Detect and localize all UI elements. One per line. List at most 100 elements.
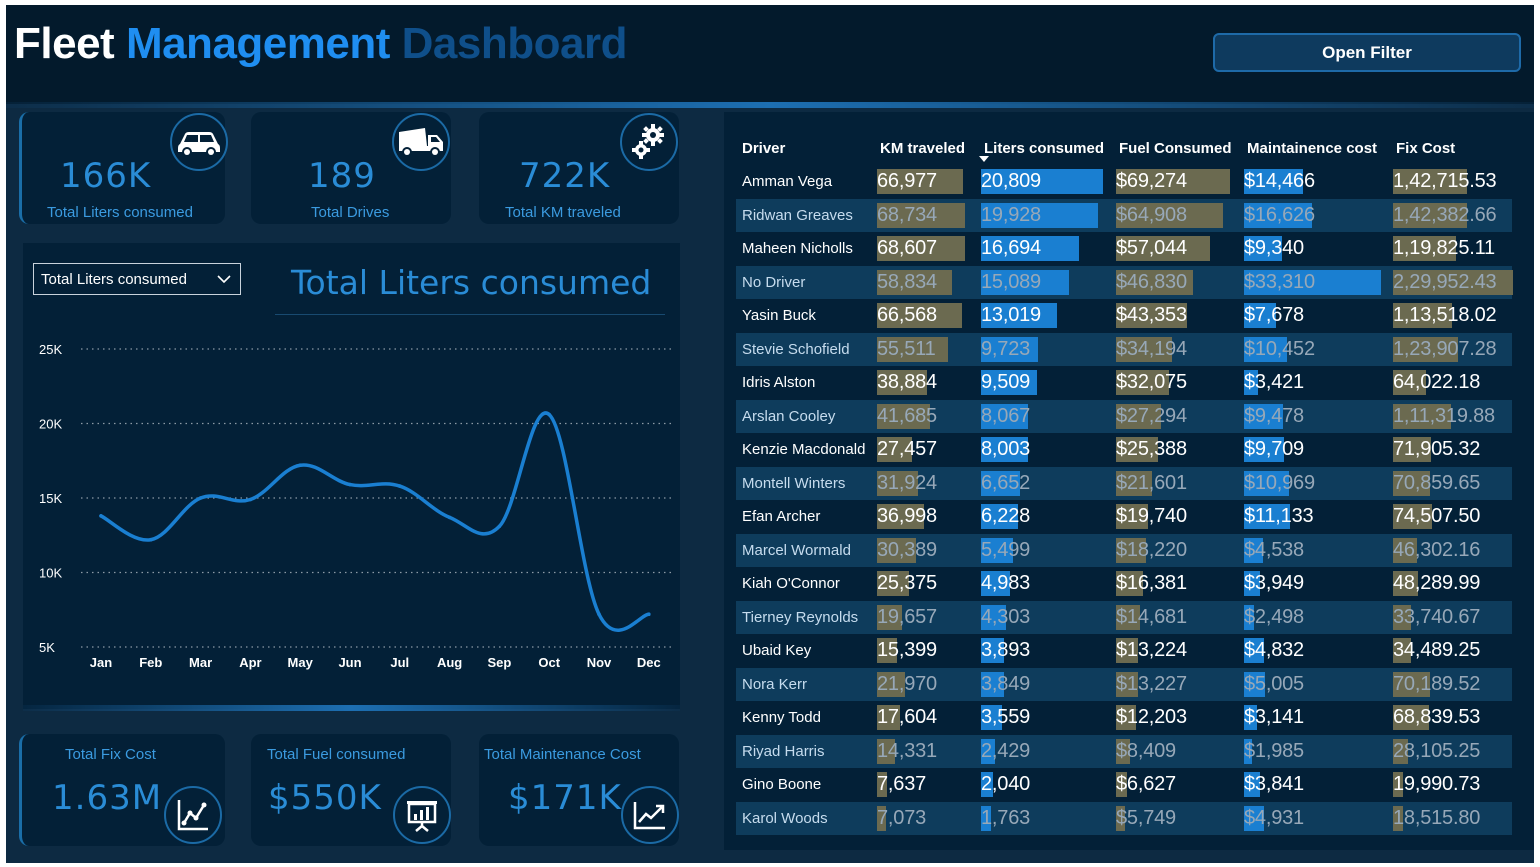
data-bar-cell: 2,29,952.43 <box>1392 266 1513 300</box>
data-bar-cell: 8,067 <box>980 400 1115 434</box>
table-row[interactable]: No Driver 58,834 15,089 $46,830 $33,310 2,29,… <box>736 265 1513 300</box>
table-row[interactable]: Karol Woods 7,073 1,763 $5,749 $4,931 18,515.… <box>736 801 1512 836</box>
cell-value: 17,604 <box>877 706 937 728</box>
data-bar-cell: $3,841 <box>1243 768 1392 802</box>
col-header-fix-cost[interactable]: Fix Cost <box>1392 132 1512 165</box>
table-row[interactable]: Ubaid Key 15,399 3,893 $13,224 $4,832 34,489.… <box>736 634 1512 668</box>
cell-maintenance-cost: $3,949 <box>1243 567 1392 601</box>
cell-driver: Tierney Reynolds <box>736 600 876 634</box>
data-bar-cell: $3,949 <box>1243 567 1392 601</box>
data-point[interactable] <box>348 482 352 487</box>
table-row[interactable]: Arslan Cooley 41,685 8,067 $27,294 $9,478 1,1… <box>736 399 1512 434</box>
data-bar-cell: 19,928 <box>980 199 1115 233</box>
cell-fuel-consumed: $13,224 <box>1115 634 1243 668</box>
data-bar-cell: $5,005 <box>1243 668 1392 702</box>
cell-value: $4,832 <box>1244 639 1304 661</box>
table-row[interactable]: Amman Vega 66,977 20,809 $69,274 $14,466 1,42… <box>736 165 1512 199</box>
cell-driver: Ridwan Greaves <box>736 198 876 232</box>
cell-km-traveled: 41,685 <box>876 399 980 433</box>
cell-fuel-consumed: $43,353 <box>1115 299 1243 333</box>
data-point[interactable] <box>248 497 253 502</box>
cell-value: $64,908 <box>1116 203 1187 226</box>
data-point[interactable] <box>398 484 402 488</box>
cell-value: $4,538 <box>1244 538 1304 561</box>
x-tick-label: Aug <box>437 655 462 670</box>
cell-maintenance-cost: $4,538 <box>1243 533 1392 567</box>
open-filter-button[interactable]: Open Filter <box>1213 33 1521 72</box>
table-row[interactable]: Efan Archer 36,998 6,228 $19,740 $11,133 74,5… <box>736 500 1512 534</box>
kpi-card-total-km: 722K Total KM traveled <box>479 112 679 224</box>
col-header-km-traveled[interactable]: KM traveled <box>876 132 980 165</box>
data-point[interactable] <box>547 412 551 417</box>
cell-km-traveled: 7,637 <box>876 768 980 802</box>
kpi-card-total-fix-cost: Total Fix Cost 1.63M <box>19 734 225 846</box>
cell-value: $3,421 <box>1244 371 1304 393</box>
data-bar-cell: 7,637 <box>876 768 980 802</box>
data-bar-cell: 18,515.80 <box>1392 802 1512 836</box>
x-tick-label: Jun <box>338 655 361 670</box>
data-point[interactable] <box>298 463 303 468</box>
series-line[interactable] <box>99 411 651 632</box>
table-row[interactable]: Yasin Buck 66,568 13,019 $43,353 $7,678 1,13,… <box>736 299 1512 333</box>
col-header-liters-consumed[interactable]: Liters consumed <box>980 132 1115 165</box>
table-row[interactable]: Kenny Todd 17,604 3,559 $12,203 $3,141 68,839… <box>736 701 1512 735</box>
table-row[interactable]: Tierney Reynolds 19,657 4,303 $14,681 $2,498… <box>736 600 1512 634</box>
data-bar-cell: $13,227 <box>1115 668 1243 702</box>
table-row[interactable]: Maheen Nicholls 68,607 16,694 $57,044 $9,340… <box>736 232 1512 266</box>
data-bar-cell: 28,105.25 <box>1392 735 1512 769</box>
cell-value: $16,626 <box>1244 203 1315 226</box>
cell-fuel-consumed: $27,294 <box>1115 399 1243 433</box>
data-bar-cell: $12,203 <box>1115 701 1243 735</box>
table-row[interactable]: Gino Boone 7,637 2,040 $6,627 $3,841 19,990.7… <box>736 768 1512 802</box>
col-header-maintenance-cost[interactable]: Maintainence cost <box>1243 132 1392 165</box>
cell-driver: Kenny Todd <box>742 709 821 727</box>
cell-value: 8,003 <box>981 438 1031 460</box>
data-point[interactable] <box>597 612 601 617</box>
data-point[interactable] <box>198 496 203 500</box>
table-row[interactable]: Marcel Wormald 30,389 5,499 $18,220 $4,538 46… <box>736 533 1512 568</box>
data-point[interactable] <box>447 515 452 520</box>
cell-fuel-consumed: $21,601 <box>1115 466 1243 500</box>
data-point[interactable] <box>99 514 103 518</box>
cell-value: $13,224 <box>1116 639 1187 661</box>
cell-value: $33,310 <box>1244 270 1315 293</box>
x-tick-label: Feb <box>139 655 162 670</box>
col-header-driver[interactable]: Driver <box>736 132 876 165</box>
y-tick-label: 20K <box>39 417 62 432</box>
kpi-label: Total Fuel consumed <box>267 746 406 763</box>
cell-value: $12,203 <box>1116 706 1187 728</box>
cell-fuel-consumed: $18,220 <box>1115 533 1243 567</box>
cell-km-traveled: 66,977 <box>876 165 980 199</box>
data-bar-cell: $43,353 <box>1115 299 1243 333</box>
cell-value: $1,985 <box>1244 739 1304 762</box>
table-header-row: Driver KM traveled Liters consumed Fuel … <box>736 132 1512 165</box>
data-point[interactable] <box>497 524 502 529</box>
cell-driver: Yasin Buck <box>742 307 816 325</box>
table-row[interactable]: Kenzie Macdonald 27,457 8,003 $25,388 $9,709… <box>736 433 1512 467</box>
cell-value: 2,429 <box>981 739 1031 762</box>
data-bar-cell: 14,331 <box>876 735 980 769</box>
cell-value: $5,005 <box>1244 672 1304 695</box>
cell-value: 48,289.99 <box>1393 572 1481 594</box>
table-row[interactable]: Idris Alston 38,884 9,509 $32,075 $3,421 64,0… <box>736 366 1512 400</box>
cell-value: 16,694 <box>981 237 1041 259</box>
table-row[interactable]: Ridwan Greaves 68,734 19,928 $64,908 $16,626… <box>736 198 1512 233</box>
col-header-fuel-consumed[interactable]: Fuel Consumed <box>1115 132 1243 165</box>
cell-maintenance-cost: $16,626 <box>1243 198 1392 232</box>
cell-value: 68,839.53 <box>1393 706 1481 728</box>
data-point[interactable] <box>647 612 651 617</box>
data-point[interactable] <box>149 537 153 542</box>
table-row[interactable]: Nora Kerr 21,970 3,849 $13,227 $5,005 70,189.… <box>736 667 1512 702</box>
cell-maintenance-cost: $4,832 <box>1243 634 1392 668</box>
x-tick-label: May <box>288 655 314 670</box>
cell-driver: Karol Woods <box>736 801 876 835</box>
cell-value: 21,970 <box>877 672 937 695</box>
table-row[interactable]: Stevie Schofield 55,511 9,723 $34,194 $10,45… <box>736 332 1512 366</box>
data-bar-cell: 30,389 <box>876 534 980 568</box>
table-row[interactable]: Montell Winters 31,924 6,652 $21,601 $10,969… <box>736 466 1512 500</box>
gears-icon <box>620 113 678 171</box>
table-row[interactable]: Riyad Harris 14,331 2,429 $8,409 $1,985 28,10… <box>736 734 1512 769</box>
table-row[interactable]: Kiah O'Connor 25,375 4,983 $16,381 $3,949 48,… <box>736 567 1512 601</box>
data-bar-cell: 25,375 <box>876 567 980 601</box>
header: Fleet Management Dashboard Open Filter <box>6 5 1534 104</box>
